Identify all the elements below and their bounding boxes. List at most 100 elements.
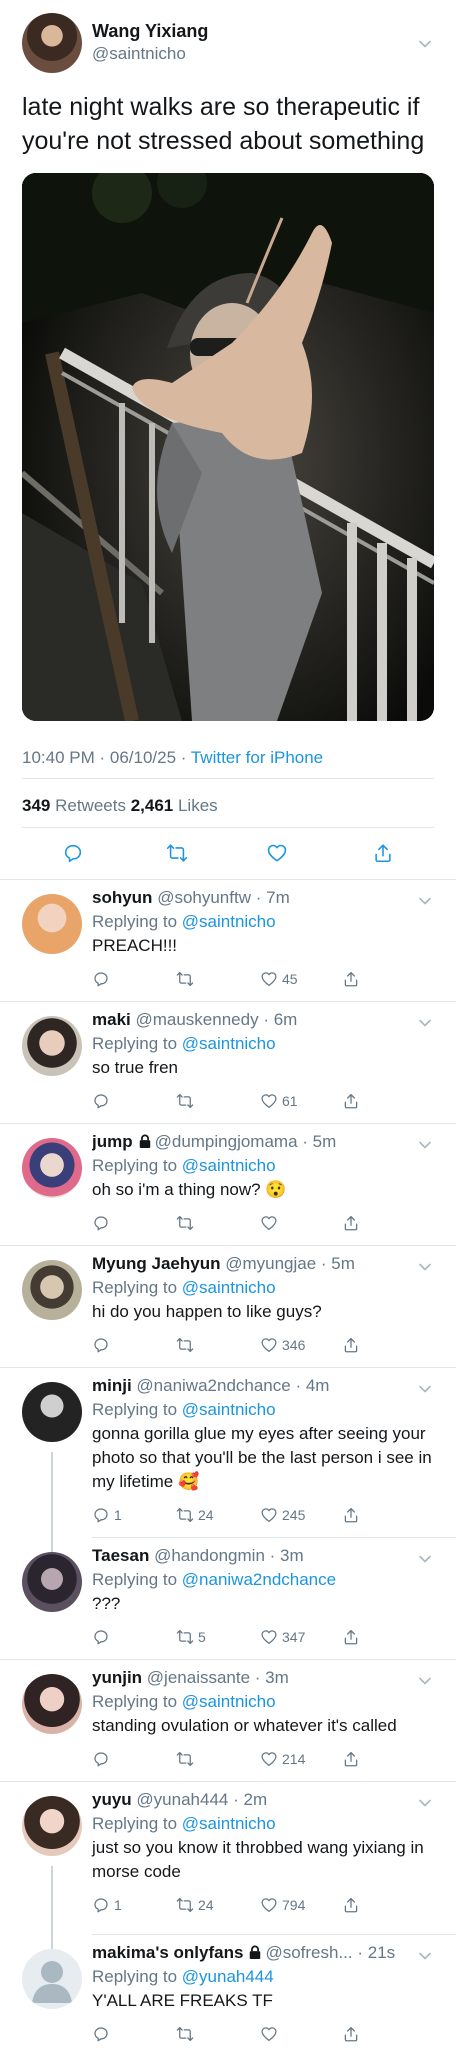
retweet-icon[interactable] [176,1506,194,1524]
retweet-icon[interactable] [176,1750,194,1768]
replying-to-mention[interactable]: @saintnicho [182,1692,276,1711]
reply-author-name[interactable]: minji [92,1376,132,1395]
like-icon[interactable] [260,1750,278,1768]
reply-time[interactable]: 7m [266,888,290,907]
replying-to-mention[interactable]: @naniwa2ndchance [182,1570,336,1589]
reply-author-name[interactable]: jump [92,1132,133,1151]
reply-author-handle[interactable]: @jenaissante [147,1668,250,1687]
reply-author-handle[interactable]: @myungjae [225,1254,316,1273]
reply-time[interactable]: 21s [368,1943,395,1962]
reply-icon[interactable] [92,970,110,988]
like-count[interactable]: 45 [282,971,298,987]
retweet-icon[interactable] [176,2025,194,2043]
reply-icon[interactable] [92,1750,110,1768]
chevron-down-icon[interactable] [418,1949,432,1963]
retweet-icon[interactable] [176,1092,194,1110]
reply-author-handle[interactable]: @mauskennedy [135,1010,258,1029]
chevron-down-icon[interactable] [418,1138,432,1152]
chevron-down-icon[interactable] [418,1552,432,1566]
reply-count[interactable]: 1 [114,1507,122,1523]
reply-time[interactable]: 4m [306,1376,330,1395]
like-count[interactable]: 794 [282,1897,305,1913]
reply-avatar[interactable] [22,1382,82,1442]
share-icon[interactable] [342,970,360,988]
author-name[interactable]: Wang Yixiang [92,21,208,42]
reply-author-name[interactable]: yuyu [92,1790,132,1809]
retweet-icon[interactable] [166,842,188,864]
tweet-photo[interactable] [22,173,434,721]
like-count[interactable]: 2,461 [131,796,174,815]
reply-author-handle[interactable]: @dumpingjomama [155,1132,298,1151]
like-icon[interactable] [260,1896,278,1914]
reply-avatar[interactable] [22,1260,82,1320]
reply-avatar[interactable] [22,1016,82,1076]
reply-time[interactable]: 2m [243,1790,267,1809]
reply-icon[interactable] [92,1628,110,1646]
replying-to-mention[interactable]: @saintnicho [182,1156,276,1175]
replying-to-mention[interactable]: @saintnicho [182,1034,276,1053]
reply-icon[interactable] [62,842,84,864]
retweet-count[interactable]: 24 [198,1897,214,1913]
share-icon[interactable] [342,1750,360,1768]
share-icon[interactable] [342,1506,360,1524]
retweet-icon[interactable] [176,1896,194,1914]
replying-to-mention[interactable]: @yunah444 [182,1967,274,1986]
like-count[interactable]: 346 [282,1337,305,1353]
likes-label[interactable]: Likes [173,796,218,815]
like-count[interactable]: 245 [282,1507,305,1523]
chevron-down-icon[interactable] [418,894,432,908]
replying-to-mention[interactable]: @saintnicho [182,1814,276,1833]
share-icon[interactable] [342,1628,360,1646]
reply-icon[interactable] [92,1336,110,1354]
reply-author-handle[interactable]: @naniwa2ndchance [136,1376,290,1395]
reply-avatar[interactable] [22,1949,82,2009]
reply-icon[interactable] [92,2025,110,2043]
like-icon[interactable] [260,1336,278,1354]
share-icon[interactable] [342,1092,360,1110]
reply-author-name[interactable]: yunjin [92,1668,142,1687]
reply-avatar[interactable] [22,1552,82,1612]
reply-time[interactable]: 6m [274,1010,298,1029]
reply-time[interactable]: 5m [331,1254,355,1273]
chevron-down-icon[interactable] [418,1016,432,1030]
like-icon[interactable] [260,1506,278,1524]
reply-author-name[interactable]: makima's onlyfans [92,1943,243,1962]
like-icon[interactable] [260,1214,278,1232]
chevron-down-icon[interactable] [418,1674,432,1688]
reply-time[interactable]: 3m [280,1546,304,1565]
reply-icon[interactable] [92,1214,110,1232]
chevron-down-icon[interactable] [418,37,432,51]
reply-time[interactable]: 3m [265,1668,289,1687]
share-icon[interactable] [342,2025,360,2043]
chevron-down-icon[interactable] [418,1260,432,1274]
reply-author-name[interactable]: Taesan [92,1546,149,1565]
retweet-icon[interactable] [176,1214,194,1232]
author-avatar[interactable] [22,13,82,73]
reply-author-name[interactable]: sohyun [92,888,152,907]
reply-author-name[interactable]: maki [92,1010,131,1029]
chevron-down-icon[interactable] [418,1796,432,1810]
retweet-icon[interactable] [176,1336,194,1354]
retweet-icon[interactable] [176,1628,194,1646]
reply-avatar[interactable] [22,894,82,954]
share-icon[interactable] [342,1896,360,1914]
reply-avatar[interactable] [22,1796,82,1856]
reply-author-handle[interactable]: @handongmin [154,1546,265,1565]
tweet-source[interactable]: Twitter for iPhone [191,748,323,767]
reply-avatar[interactable] [22,1138,82,1198]
replying-to-mention[interactable]: @saintnicho [182,1400,276,1419]
like-icon[interactable] [266,842,288,864]
like-count[interactable]: 214 [282,1751,305,1767]
reply-avatar[interactable] [22,1674,82,1734]
like-count[interactable]: 347 [282,1629,305,1645]
like-icon[interactable] [260,970,278,988]
like-icon[interactable] [260,1628,278,1646]
retweet-count[interactable]: 5 [198,1629,206,1645]
reply-count[interactable]: 1 [114,1897,122,1913]
share-icon[interactable] [342,1214,360,1232]
retweet-icon[interactable] [176,970,194,988]
retweet-count[interactable]: 24 [198,1507,214,1523]
reply-author-name[interactable]: Myung Jaehyun [92,1254,220,1273]
reply-time[interactable]: 5m [313,1132,337,1151]
reply-icon[interactable] [92,1092,110,1110]
